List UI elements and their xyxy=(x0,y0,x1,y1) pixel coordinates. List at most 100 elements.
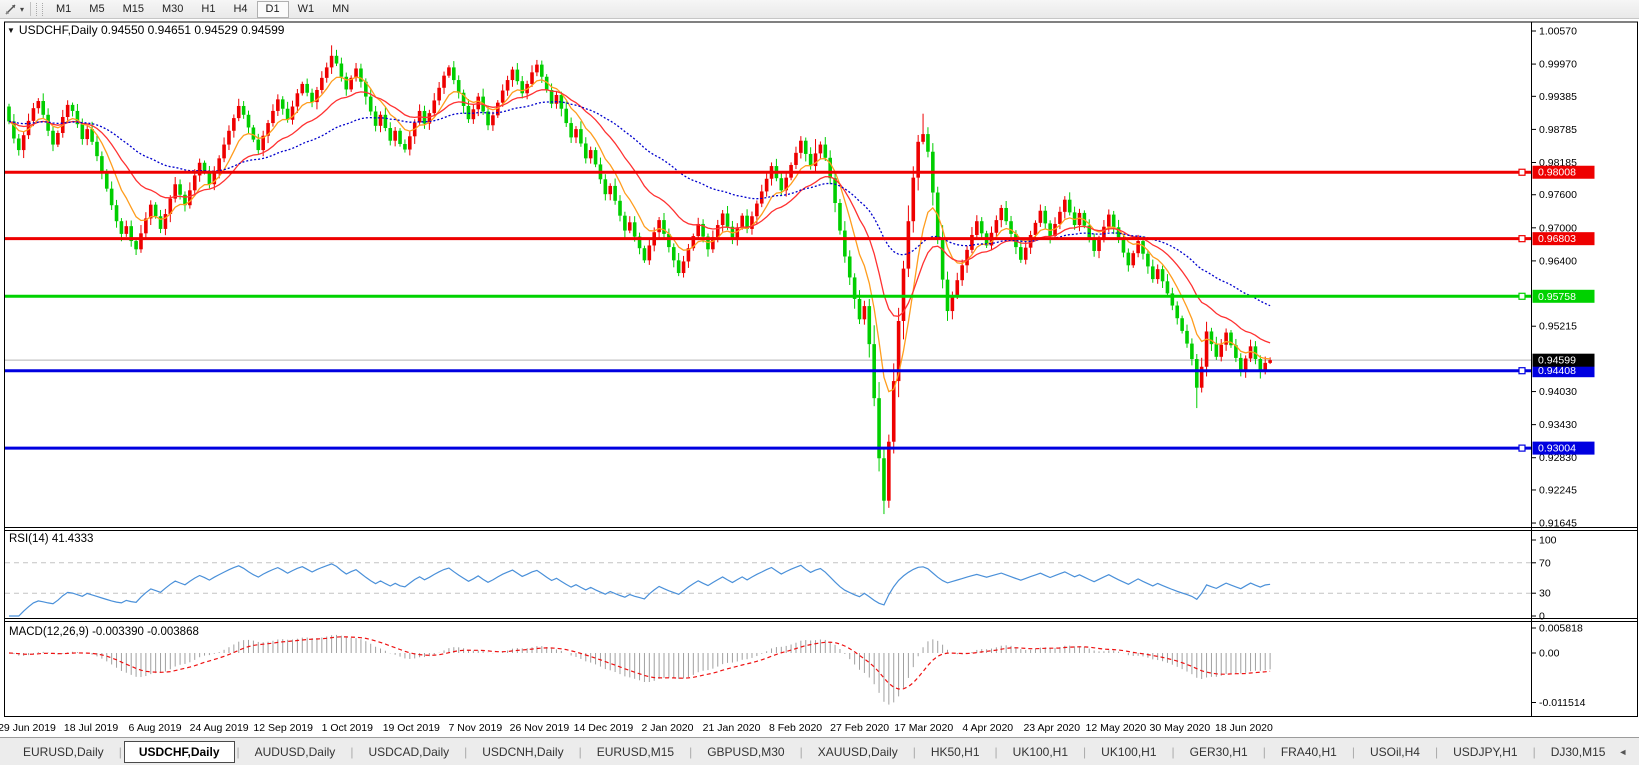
candle-body xyxy=(955,280,960,296)
timeframe-button-m1[interactable]: M1 xyxy=(47,1,80,18)
timeframe-button-m5[interactable]: M5 xyxy=(80,1,113,18)
candle-body xyxy=(569,123,573,138)
candle-body xyxy=(80,124,85,140)
candle-body xyxy=(1185,330,1189,344)
chart-tab-uk100-h1[interactable]: UK100,H1 xyxy=(1088,742,1169,762)
date-axis-label: 19 Oct 2019 xyxy=(383,722,440,734)
candle-body xyxy=(1111,214,1116,228)
chart-tab-usdchf-daily[interactable]: USDCHF,Daily xyxy=(123,741,235,763)
candle-body xyxy=(1019,247,1023,260)
timeframe-button-mn[interactable]: MN xyxy=(323,1,358,18)
candle-body xyxy=(755,203,759,217)
candle-body xyxy=(618,200,622,216)
candle-body xyxy=(246,114,251,128)
candle-body xyxy=(393,130,397,141)
chart-tab-uk100-h1[interactable]: UK100,H1 xyxy=(1000,742,1081,762)
candle-body xyxy=(921,134,925,142)
timeframe-button-m30[interactable]: M30 xyxy=(153,1,192,18)
timeframe-button-w1[interactable]: W1 xyxy=(289,1,324,18)
chart-tab-gbpusd-m30[interactable]: GBPUSD,M30 xyxy=(694,742,797,762)
candle-body xyxy=(887,441,891,501)
collapse-marker-icon[interactable]: ▼ xyxy=(7,26,15,35)
chart-tab-ger30-h1[interactable]: GER30,H1 xyxy=(1177,742,1261,762)
tab-divider: | xyxy=(1532,745,1536,759)
candle-body xyxy=(1004,207,1008,222)
candle-body xyxy=(1219,344,1224,357)
chart-tab-hk50-h1[interactable]: HK50,H1 xyxy=(918,742,993,762)
timeframe-button-h4[interactable]: H4 xyxy=(224,1,256,18)
price-axis-label: 0.95215 xyxy=(1539,321,1577,333)
candle-body xyxy=(613,185,617,201)
chart-tab-usdjpy-h1[interactable]: USDJPY,H1 xyxy=(1440,742,1530,762)
toolbar-grip-handle[interactable] xyxy=(36,2,44,16)
candle-body xyxy=(476,96,481,110)
chart-tab-usdcad-daily[interactable]: USDCAD,Daily xyxy=(355,742,462,762)
candle-body xyxy=(799,140,803,153)
date-axis-label: 7 Nov 2019 xyxy=(448,722,502,734)
tab-scroll-arrows: ◄ ► xyxy=(1618,747,1639,757)
candle-body xyxy=(21,135,26,151)
price-axis-label: 0.99970 xyxy=(1539,59,1577,71)
date-axis-label: 23 Apr 2020 xyxy=(1023,722,1080,734)
candle-body xyxy=(1146,253,1150,267)
candle-body xyxy=(867,306,872,345)
candle-body xyxy=(662,220,666,234)
candle-body xyxy=(940,238,945,280)
chart-tab-fra40-h1[interactable]: FRA40,H1 xyxy=(1268,742,1350,762)
level-line-anchor[interactable] xyxy=(1518,235,1526,243)
tab-scroll-left-icon[interactable]: ◄ xyxy=(1618,747,1627,757)
candle-body xyxy=(994,220,999,233)
chart-tab-eurusd-m15[interactable]: EURUSD,M15 xyxy=(584,742,687,762)
candle-body xyxy=(1009,221,1013,234)
candle-body xyxy=(623,215,627,231)
chart-tab-eurusd-daily[interactable]: EURUSD,Daily xyxy=(10,742,117,762)
candle-body xyxy=(681,261,686,274)
crosshair-tool-icon[interactable] xyxy=(2,2,20,16)
macd-axis-label: 0.00 xyxy=(1539,648,1560,660)
level-line-anchor[interactable] xyxy=(1518,168,1526,176)
candle-body xyxy=(1160,269,1165,282)
timeframe-button-h1[interactable]: H1 xyxy=(192,1,224,18)
price-chart-canvas[interactable]: 1.005700.999700.993850.987850.981850.976… xyxy=(0,19,1639,737)
candle-body xyxy=(583,143,588,159)
chart-tab-dj30-m15[interactable]: DJ30,M15 xyxy=(1538,742,1619,762)
tab-divider: | xyxy=(1171,745,1175,759)
candle-body xyxy=(95,141,99,157)
candle-body xyxy=(1126,252,1131,266)
date-axis-label: 2 Jan 2020 xyxy=(642,722,694,734)
macd-axis-label: -0.011514 xyxy=(1539,697,1586,709)
macd-axis-label: 0.005818 xyxy=(1539,623,1583,635)
level-line-anchor[interactable] xyxy=(1518,292,1526,300)
level-line-anchor[interactable] xyxy=(1518,367,1526,375)
chart-tab-usdcnh-daily[interactable]: USDCNH,Daily xyxy=(469,742,576,762)
tool-dropdown-caret-icon[interactable]: ▾ xyxy=(20,5,24,14)
level-line-anchor[interactable] xyxy=(1518,444,1526,452)
candle-body xyxy=(192,175,197,191)
candle-body xyxy=(300,83,305,94)
chart-tab-usoil-h4[interactable]: USOil,H4 xyxy=(1357,742,1433,762)
timeframe-button-d1[interactable]: D1 xyxy=(256,0,289,18)
candle-body xyxy=(1155,269,1160,280)
candle-body xyxy=(1121,239,1126,253)
chart-tab-audusd-daily[interactable]: AUDUSD,Daily xyxy=(242,742,349,762)
date-axis-label: 18 Jul 2019 xyxy=(64,722,118,734)
timeframe-button-m15[interactable]: M15 xyxy=(114,1,153,18)
candle-body xyxy=(1194,359,1199,388)
candle-body xyxy=(134,241,138,250)
candle-body xyxy=(100,156,104,173)
candle-body xyxy=(1102,226,1106,239)
date-axis-label: 14 Dec 2019 xyxy=(574,722,634,734)
chart-tab-xauusd-daily[interactable]: XAUUSD,Daily xyxy=(805,742,911,762)
candle-body xyxy=(227,130,231,145)
candle-body xyxy=(1097,238,1101,251)
candle-body xyxy=(280,99,285,109)
candle-body xyxy=(500,90,505,103)
candle-body xyxy=(535,64,539,73)
candle-body xyxy=(818,144,823,154)
date-axis-label: 27 Feb 2020 xyxy=(830,722,889,734)
candle-body xyxy=(857,298,862,320)
level-price-label: 0.94408 xyxy=(1538,365,1576,377)
date-axis-label: 12 Sep 2019 xyxy=(253,722,313,734)
candle-body xyxy=(241,105,246,115)
date-axis-label: 26 Nov 2019 xyxy=(510,722,570,734)
